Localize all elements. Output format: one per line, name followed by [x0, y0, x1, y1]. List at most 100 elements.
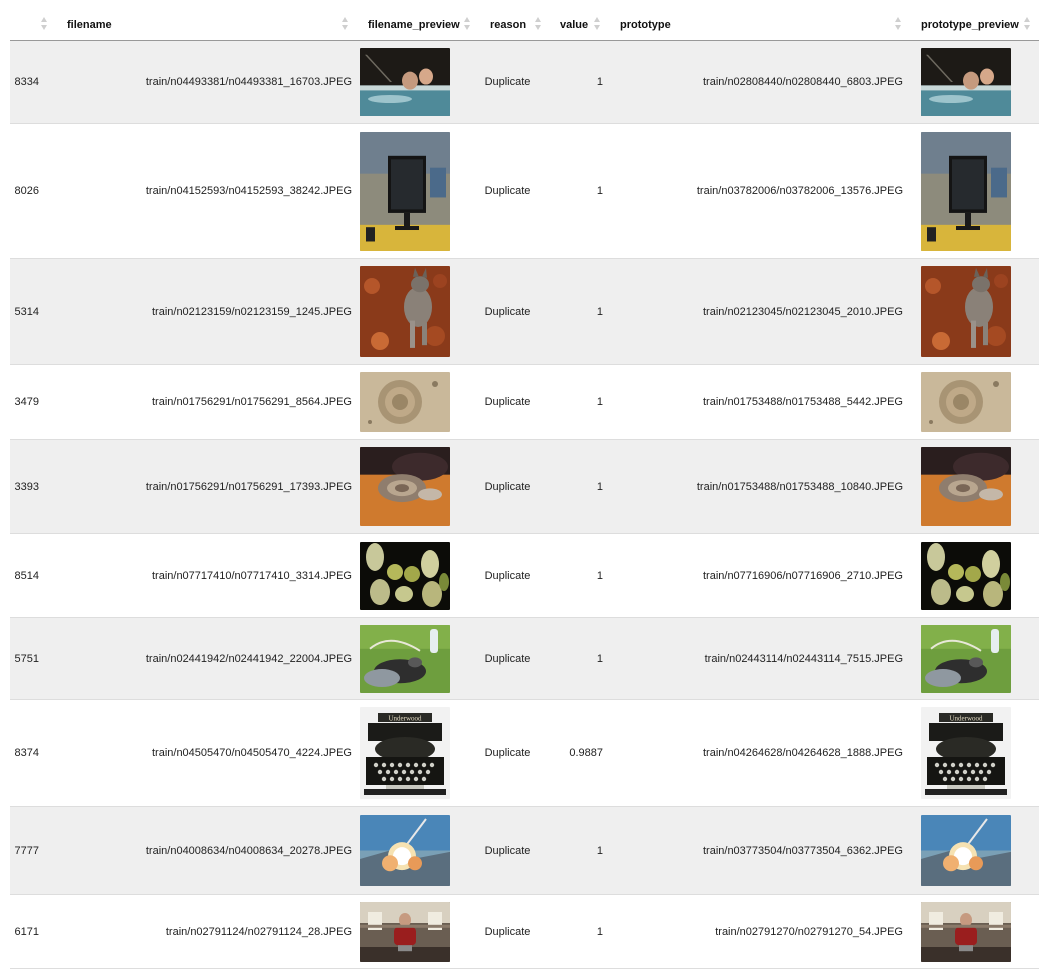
- sort-icon[interactable]: [594, 17, 600, 31]
- snake-on-cloth-image: [921, 447, 1011, 526]
- prototype-cell: train/n03782006/n03782006_13576.JPEG: [610, 123, 911, 259]
- prototype-cell: train/n03773504/n03773504_6362.JPEG: [610, 806, 911, 895]
- column-label-filename: filename: [67, 19, 112, 31]
- column-header-reason[interactable]: reason: [468, 8, 547, 41]
- table-row[interactable]: 3393 train/n01756291/n01756291_17393.JPEG…: [10, 439, 1039, 534]
- reason-cell: Duplicate: [468, 123, 547, 259]
- prototype-preview-cell: [911, 258, 1039, 365]
- prototype-preview-cell: [911, 123, 1039, 259]
- table-row[interactable]: 5314 train/n02123159/n02123159_1245.JPEG …: [10, 258, 1039, 365]
- filename-preview-cell: [360, 364, 468, 440]
- computer-monitor-image: [921, 131, 1011, 251]
- row-index-cell: 3479: [10, 364, 60, 440]
- table-row[interactable]: 8334 train/n04493381/n04493381_16703.JPEG…: [10, 40, 1039, 124]
- table-row[interactable]: 6171 train/n02791124/n02791124_28.JPEG Du…: [10, 894, 1039, 969]
- squash-vegetables-image: [360, 541, 450, 610]
- column-header-value[interactable]: value: [547, 8, 610, 41]
- sort-icon[interactable]: [535, 17, 541, 31]
- filename-preview-cell: [360, 439, 468, 534]
- column-header-index[interactable]: [10, 8, 60, 41]
- missile-launch-image: [360, 815, 450, 886]
- row-index-cell: 5751: [10, 617, 60, 700]
- prototype-cell: train/n04264628/n04264628_1888.JPEG: [610, 699, 911, 807]
- filename-preview-cell: Underwood: [360, 699, 468, 807]
- filename-preview-cell: [360, 40, 468, 124]
- row-index-cell: 8026: [10, 123, 60, 259]
- row-index-cell: 6171: [10, 894, 60, 969]
- prototype-preview-cell: [911, 533, 1039, 618]
- typewriter-image: Underwood: [921, 707, 1011, 799]
- prototype-cell: train/n02443114/n02443114_7515.JPEG: [610, 617, 911, 700]
- filename-preview-cell: [360, 533, 468, 618]
- prototype-preview-cell: [911, 364, 1039, 440]
- sort-icon[interactable]: [895, 17, 901, 31]
- prototype-preview-cell: [911, 40, 1039, 124]
- prototype-preview-cell: Underwood: [911, 699, 1039, 807]
- table-header-row: filename filename_preview reason value p…: [10, 8, 1039, 41]
- barber-chair-image: [921, 901, 1011, 962]
- value-cell: 0.9887: [547, 699, 610, 807]
- animal-on-grass-image: [360, 624, 450, 693]
- prototype-preview-cell: [911, 439, 1039, 534]
- table-row[interactable]: 8374 train/n04505470/n04505470_4224.JPEG …: [10, 699, 1039, 807]
- sort-icon[interactable]: [1024, 17, 1030, 31]
- reason-cell: Duplicate: [468, 40, 547, 124]
- row-index-cell: 5314: [10, 258, 60, 365]
- table-body: 8334 train/n04493381/n04493381_16703.JPEG…: [10, 40, 1039, 969]
- column-label-prototype: prototype: [620, 19, 671, 31]
- prototype-cell: train/n02123045/n02123045_2010.JPEG: [610, 258, 911, 365]
- barber-chair-image: [360, 901, 450, 962]
- value-cell: 1: [547, 364, 610, 440]
- prototype-preview-cell: [911, 806, 1039, 895]
- svg-text:Underwood: Underwood: [388, 715, 422, 723]
- filename-preview-cell: [360, 258, 468, 365]
- filename-preview-cell: [360, 123, 468, 259]
- prototype-cell: train/n02791270/n02791270_54.JPEG: [610, 894, 911, 969]
- filename-cell: train/n04493381/n04493381_16703.JPEG: [60, 40, 360, 124]
- column-label-value: value: [560, 19, 589, 31]
- filename-cell: train/n02123159/n02123159_1245.JPEG: [60, 258, 360, 365]
- filename-cell: train/n04152593/n04152593_38242.JPEG: [60, 123, 360, 259]
- prototype-cell: train/n01753488/n01753488_5442.JPEG: [610, 364, 911, 440]
- sort-icon[interactable]: [41, 17, 47, 31]
- value-cell: 1: [547, 258, 610, 365]
- row-index-cell: 7777: [10, 806, 60, 895]
- table-row[interactable]: 8514 train/n07717410/n07717410_3314.JPEG …: [10, 533, 1039, 618]
- computer-monitor-image: [360, 131, 450, 251]
- column-header-filename-preview[interactable]: filename_preview: [360, 8, 470, 41]
- sort-icon[interactable]: [342, 17, 348, 31]
- filename-cell: train/n04505470/n04505470_4224.JPEG: [60, 699, 360, 807]
- value-cell: 1: [547, 40, 610, 124]
- filename-cell: train/n01756291/n01756291_17393.JPEG: [60, 439, 360, 534]
- column-header-prototype-preview[interactable]: prototype_preview: [911, 8, 1039, 41]
- reason-cell: Duplicate: [468, 617, 547, 700]
- typewriter-image: Underwood: [360, 707, 450, 799]
- table-row[interactable]: 3479 train/n01756291/n01756291_8564.JPEG …: [10, 364, 1039, 440]
- column-header-prototype[interactable]: prototype: [610, 8, 911, 41]
- prototype-cell: train/n07716906/n07716906_2710.JPEG: [610, 533, 911, 618]
- reason-cell: Duplicate: [468, 894, 547, 969]
- column-header-filename[interactable]: filename: [60, 8, 360, 41]
- table-row[interactable]: 7777 train/n04008634/n04008634_20278.JPEG…: [10, 806, 1039, 895]
- value-cell: 1: [547, 894, 610, 969]
- hot-tub-image: [360, 48, 450, 116]
- filename-cell: train/n02791124/n02791124_28.JPEG: [60, 894, 360, 969]
- column-label-reason: reason: [490, 19, 527, 31]
- filename-cell: train/n04008634/n04008634_20278.JPEG: [60, 806, 360, 895]
- data-table-container: filename filename_preview reason value p…: [10, 8, 1039, 969]
- value-cell: 1: [547, 533, 610, 618]
- column-label-prototype-preview: prototype_preview: [921, 19, 1019, 31]
- prototype-preview-cell: [911, 617, 1039, 700]
- table-row[interactable]: 5751 train/n02441942/n02441942_22004.JPEG…: [10, 617, 1039, 700]
- value-cell: 1: [547, 617, 610, 700]
- filename-cell: train/n01756291/n01756291_8564.JPEG: [60, 364, 360, 440]
- filename-cell: train/n02441942/n02441942_22004.JPEG: [60, 617, 360, 700]
- value-cell: 1: [547, 806, 610, 895]
- value-cell: 1: [547, 123, 610, 259]
- table-row[interactable]: 8026 train/n04152593/n04152593_38242.JPEG…: [10, 123, 1039, 259]
- tabby-cat-image: [360, 266, 450, 357]
- hot-tub-image: [921, 48, 1011, 116]
- reason-cell: Duplicate: [468, 533, 547, 618]
- tabby-cat-image: [921, 266, 1011, 357]
- column-label-filename-preview: filename_preview: [368, 19, 460, 31]
